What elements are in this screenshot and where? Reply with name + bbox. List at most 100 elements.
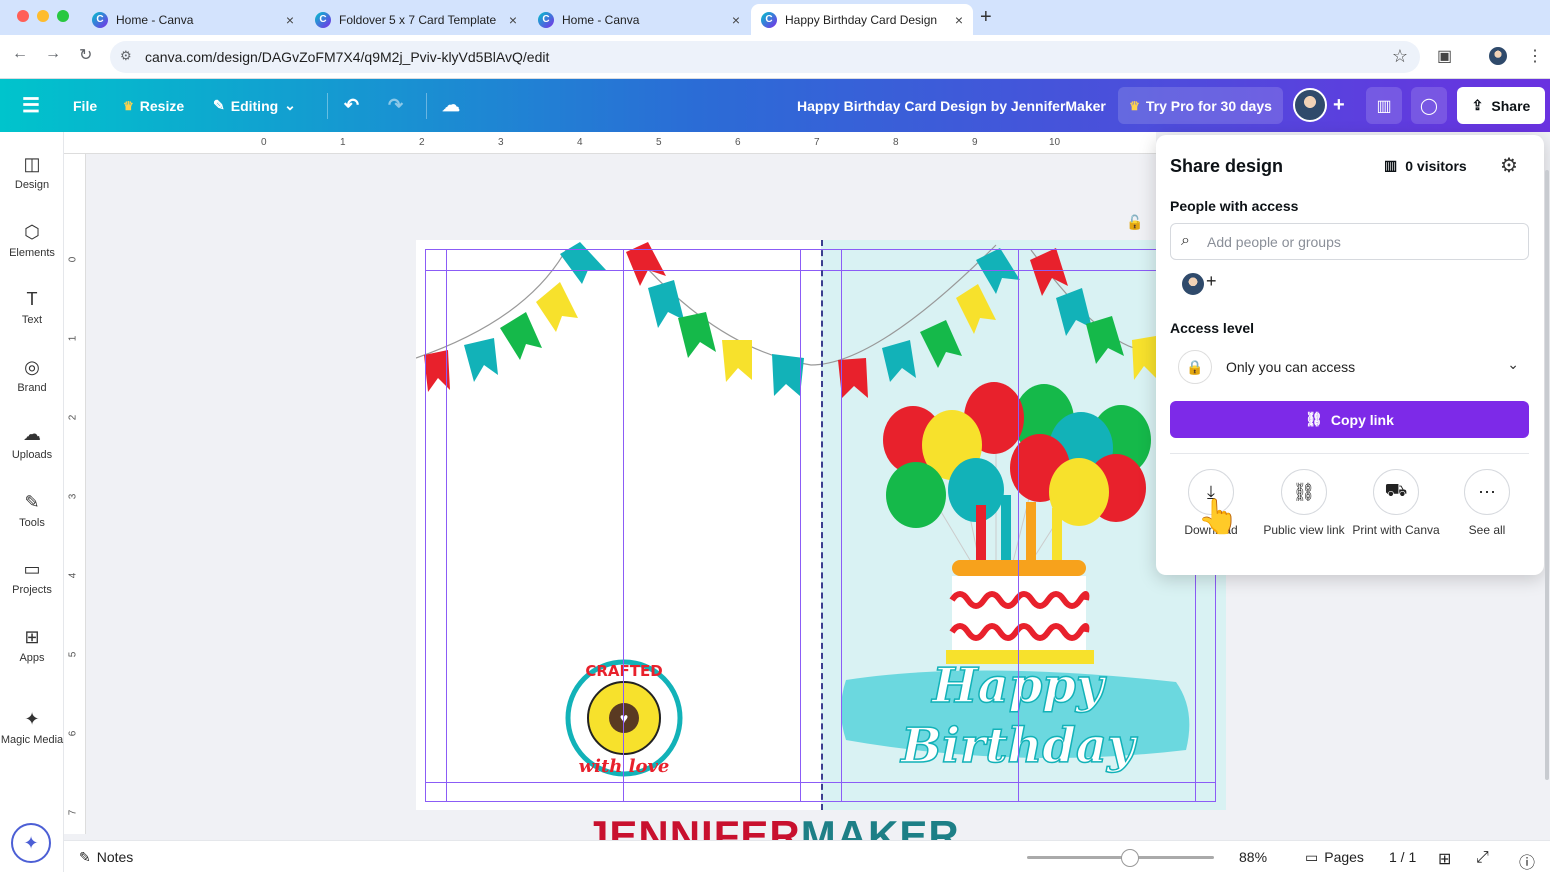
ruler-tick-label: 1 (67, 335, 79, 342)
public-view-link-button[interactable]: ⛓ Public view link (1259, 469, 1349, 537)
browser-menu-icon[interactable]: ⋮ (1527, 46, 1543, 66)
ruler-tick-label: 2 (419, 137, 425, 148)
see-all-button[interactable]: ⋯ See all (1442, 469, 1532, 537)
sidebar-item-elements[interactable]: ⬡ Elements (0, 222, 64, 259)
add-person-plus-icon[interactable]: + (1206, 271, 1217, 292)
sidebar-item-projects[interactable]: ▭ Projects (0, 559, 64, 596)
bunting-flag (1132, 336, 1156, 380)
user-avatar[interactable] (1293, 88, 1327, 122)
share-panel-title: Share design (1170, 156, 1284, 176)
resize-button[interactable]: ♛ Resize (123, 79, 184, 132)
crafted-with-love-badge: ♥ CRAFTED with love (565, 659, 683, 777)
close-tab-icon[interactable]: × (955, 12, 963, 28)
back-icon[interactable]: ← (12, 45, 28, 63)
close-tab-icon[interactable]: × (509, 12, 517, 28)
browser-profile-avatar[interactable] (1487, 45, 1509, 67)
try-pro-button[interactable]: ♛ Try Pro for 30 days (1118, 87, 1283, 124)
notes-button[interactable]: ✎ Notes (79, 849, 133, 866)
cloud-saved-icon[interactable]: ☁ (442, 79, 460, 132)
ruler-tick-label: 5 (67, 651, 79, 658)
invite-plus-icon[interactable]: + (1333, 79, 1345, 132)
ruler-tick-label: 4 (577, 137, 583, 148)
bottom-status-bar: ✎ Notes 88% ▭ Pages 1 / 1 ⊞ ⤢ ⓘ (64, 840, 1550, 872)
help-icon[interactable]: ⓘ (1519, 849, 1535, 872)
new-tab-icon[interactable]: + (980, 6, 992, 29)
center-guide (1018, 249, 1019, 801)
center-guide (623, 249, 624, 801)
magic-media-icon: ✦ (24, 709, 40, 729)
url-field[interactable]: ⚙ canva.com/design/DAGvZoFM7X4/q9M2j_Pvi… (110, 41, 1420, 73)
add-people-input[interactable]: ⌕ Add people or groups (1170, 223, 1529, 260)
canva-assistant-sparkle-icon[interactable]: ✦ (11, 823, 51, 863)
browser-address-bar: ← → ↻ ⚙ canva.com/design/DAGvZoFM7X4/q9M… (0, 35, 1550, 79)
close-window-icon[interactable] (17, 10, 29, 22)
ruler-tick-label: 3 (67, 493, 79, 500)
forward-icon[interactable]: → (45, 45, 61, 63)
share-button[interactable]: ⇪ Share (1457, 87, 1545, 124)
notes-label: Notes (96, 849, 134, 865)
badge-with-love-text: with love (579, 756, 670, 777)
reload-icon[interactable]: ↻ (79, 45, 92, 65)
zoom-level[interactable]: 88% (1239, 849, 1267, 865)
pages-button[interactable]: ▭ Pages (1305, 849, 1364, 866)
grid-view-icon[interactable]: ⊞ (1438, 849, 1451, 869)
projects-icon: ▭ (23, 559, 41, 579)
browser-tab-2[interactable]: C Foldover 5 x 7 Card Template × (305, 4, 527, 35)
minimize-window-icon[interactable] (37, 10, 49, 22)
browser-tab-4-active[interactable]: C Happy Birthday Card Design × (751, 4, 973, 35)
editing-mode-button[interactable]: ✎ Editing ⌄ (213, 79, 296, 132)
redo-icon[interactable]: ↷ (388, 79, 403, 132)
sidebar-item-tools[interactable]: ✎ Tools (0, 492, 64, 529)
insights-chart-icon[interactable]: ▥ (1366, 87, 1402, 124)
vertical-scrollbar[interactable] (1545, 170, 1549, 780)
bunting-flag (464, 338, 498, 382)
sidebar-item-label: Design (14, 179, 50, 191)
bar-chart-icon: ▥ (1384, 157, 1398, 173)
owner-avatar[interactable] (1180, 271, 1206, 297)
design-page[interactable]: Happy Birthday ♥ CRAFTED with love (416, 240, 1226, 810)
lock-page-icon[interactable]: 🔓 (1126, 214, 1143, 231)
gear-icon[interactable]: ⚙ (1500, 153, 1518, 178)
design-title-text: Happy Birthday Card Design by JenniferMa… (797, 97, 1106, 114)
maximize-window-icon[interactable] (57, 10, 69, 22)
sidebar-item-apps[interactable]: ⊞ Apps (0, 627, 64, 664)
ruler-tick-label: 7 (67, 809, 79, 816)
browser-tab-3[interactable]: C Home - Canva × (528, 4, 750, 35)
design-title[interactable]: Happy Birthday Card Design by JenniferMa… (797, 79, 1106, 132)
bookmark-star-icon[interactable]: ☆ (1392, 46, 1408, 67)
more-icon: ⋯ (1464, 469, 1510, 515)
copy-link-button[interactable]: ⛓ Copy link (1170, 401, 1529, 438)
undo-icon[interactable]: ↶ (344, 79, 359, 132)
share-upload-icon: ⇪ (1471, 97, 1484, 113)
browser-tab-1[interactable]: C Home - Canva × (82, 4, 304, 35)
file-menu-button[interactable]: File (73, 79, 97, 132)
pages-icon: ▭ (1305, 849, 1319, 865)
toolbar-divider (327, 93, 328, 119)
sidebar-item-uploads[interactable]: ☁ Uploads (0, 424, 64, 461)
tools-icon: ✎ (24, 492, 40, 512)
sidebar-item-label: Projects (12, 584, 52, 596)
sidebar-item-magic-media[interactable]: ✦ Magic Media (0, 709, 64, 746)
pages-label: Pages (1324, 849, 1364, 865)
close-tab-icon[interactable]: × (286, 12, 294, 28)
sidebar-item-brand[interactable]: ◎ Brand (0, 357, 64, 394)
link-icon: ⛓ (1305, 411, 1323, 427)
main-menu-icon[interactable]: ☰ (22, 79, 40, 132)
sidebar-item-design[interactable]: ◫ Design (0, 154, 64, 191)
bunting-flag (882, 340, 916, 382)
close-tab-icon[interactable]: × (732, 12, 740, 28)
comment-icon[interactable]: ◯ (1411, 87, 1447, 124)
print-with-canva-button[interactable]: ⛟ Print with Canva (1350, 469, 1442, 537)
ruler-tick-label: 7 (814, 137, 820, 148)
add-people-placeholder: Add people or groups (1207, 233, 1341, 250)
app-root: C Home - Canva × C Foldover 5 x 7 Card T… (0, 0, 1550, 872)
access-level-select[interactable]: 🔒 Only you can access ⌄ (1170, 346, 1529, 388)
ruler-tick-label: 0 (67, 256, 79, 263)
fullscreen-icon[interactable]: ⤢ (1476, 849, 1489, 867)
site-info-icon[interactable]: ⚙ (120, 48, 132, 64)
tab-title: Foldover 5 x 7 Card Template (339, 12, 497, 27)
visitors-stat[interactable]: ▥ 0 visitors (1384, 157, 1467, 174)
cast-icon[interactable]: ▣ (1437, 46, 1452, 66)
zoom-slider-handle[interactable] (1121, 849, 1139, 867)
sidebar-item-text[interactable]: T Text (0, 289, 64, 326)
